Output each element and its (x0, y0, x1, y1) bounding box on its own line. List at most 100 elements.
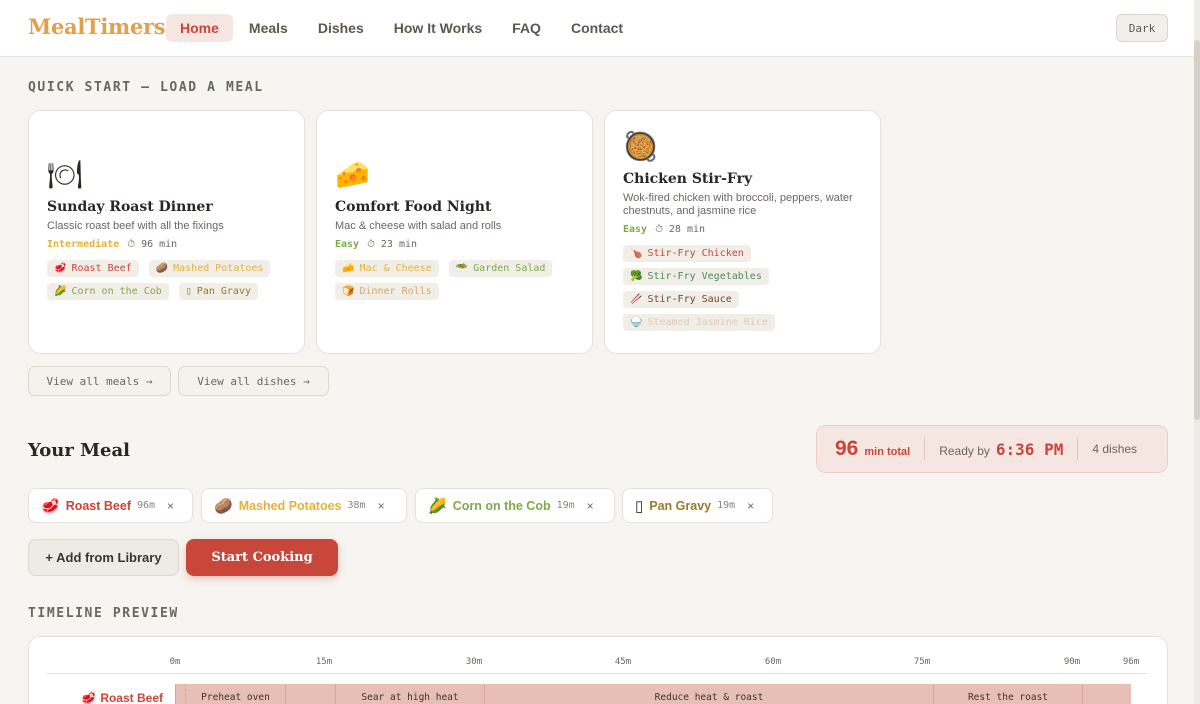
dish-tag-label: Stir-Fry Vegetables (647, 271, 762, 282)
timeline-segment[interactable]: Preheat oven (185, 684, 285, 704)
page-scrollbar[interactable] (1194, 0, 1200, 704)
timeline-preview: 0m 15m 30m 45m 60m 75m 90m 96m 🥩 Roast B… (28, 636, 1168, 704)
dish-tag-label: Stir-Fry Sauce (647, 294, 732, 305)
remove-icon[interactable]: × (747, 499, 754, 513)
paella-pan-icon: 🥘 (623, 131, 658, 162)
meal-card-title: Chicken Stir-Fry (623, 171, 753, 187)
view-all-dishes-button[interactable]: View all dishes → (178, 366, 329, 396)
start-cooking-button[interactable]: Start Cooking (186, 539, 338, 576)
timeline-axis (47, 673, 1147, 674)
difficulty-badge: Easy (335, 239, 360, 250)
dish-tag-label: Mac & Cheese (359, 263, 432, 274)
plate-icon: 🍽 (47, 159, 83, 190)
dish-tag: 🥗 Garden Salad (448, 260, 553, 277)
timeline-segment[interactable]: Sear at high heat (335, 684, 484, 704)
chip-name: Roast Beef (65, 498, 131, 513)
nav-meals[interactable]: Meals (235, 14, 302, 42)
chip-time: 19m (717, 500, 736, 511)
quick-start-label: QUICK START — LOAD A MEAL (28, 80, 264, 95)
timeline-row-label: 🥩 Roast Beef (81, 691, 163, 704)
dish-tag: 🍞 Dinner Rolls (335, 283, 439, 300)
rice-bowl-icon: 🍚 (630, 317, 643, 328)
meal-card-desc: Mac & cheese with salad and rolls (335, 220, 502, 232)
tick-label: 30m (465, 657, 483, 667)
tick-label: 0m (169, 657, 181, 667)
dish-tags: 🍗 Stir-Fry Chicken 🥦 Stir-Fry Vegetables… (623, 245, 862, 331)
dish-tag: 🍚 Steamed Jasmine Rice (623, 314, 775, 331)
dish-tag: 🥦 Stir-Fry Vegetables (623, 268, 769, 285)
chip-name: Pan Gravy (649, 498, 712, 513)
meal-card-chicken-stir-fry[interactable]: 🥘 Chicken Stir-Fry Wok-fired chicken wit… (604, 110, 881, 354)
gravy-icon: ▯ (635, 497, 644, 515)
meal-chip-corn[interactable]: 🌽 Corn on the Cob 19m × (415, 488, 615, 523)
timeline-segment[interactable] (1082, 684, 1131, 704)
meal-chip-pan-gravy[interactable]: ▯ Pan Gravy 19m × (622, 488, 773, 523)
top-nav-bar: MealTimers Home Meals Dishes How It Work… (0, 0, 1200, 57)
nav-contact[interactable]: Contact (557, 14, 637, 42)
meal-chip-mashed-potatoes[interactable]: 🥔 Mashed Potatoes 38m × (201, 488, 407, 523)
tick-label: 45m (614, 657, 632, 667)
nav-how-it-works[interactable]: How It Works (380, 14, 496, 42)
timeline-segment[interactable]: Rest the roast (933, 684, 1082, 704)
dish-tags: 🥩 Roast Beef 🥔 Mashed Potatoes 🌽 Corn on… (47, 260, 286, 300)
meal-card-meta: Easy ⏱ 28 min (623, 224, 862, 235)
dish-count: 4 dishes (1092, 442, 1138, 456)
remove-icon[interactable]: × (167, 499, 174, 513)
cheese-icon: 🧀 (342, 263, 355, 274)
meal-card-comfort-food[interactable]: 🧀 Comfort Food Night Mac & cheese with s… (316, 110, 593, 354)
steak-icon: 🥩 (41, 497, 60, 515)
difficulty-badge: Easy (623, 224, 648, 235)
chip-name: Corn on the Cob (452, 498, 551, 513)
view-all-meals-button[interactable]: View all meals → (28, 366, 171, 396)
tick-label: 75m (913, 657, 931, 667)
divider (1077, 438, 1079, 460)
meal-card-desc: Wok-fired chicken with broccoli, peppers… (623, 192, 853, 217)
timeline-segment[interactable]: Reduce heat & roast (484, 684, 933, 704)
dish-tag-label: Roast Beef (71, 263, 132, 274)
dark-mode-toggle[interactable]: Dark (1116, 14, 1168, 42)
total-time: 96 min total (835, 437, 910, 461)
difficulty-badge: Intermediate (47, 239, 120, 250)
dish-tag-label: Garden Salad (473, 263, 546, 274)
meal-card-sunday-roast[interactable]: 🍽 Sunday Roast Dinner Classic roast beef… (28, 110, 305, 354)
corn-icon: 🌽 (428, 497, 447, 515)
chip-time: 19m (556, 500, 575, 511)
nav-home[interactable]: Home (166, 14, 233, 42)
dish-tag-label: Dinner Rolls (359, 286, 432, 297)
meal-card-title: Sunday Roast Dinner (47, 199, 213, 215)
corn-icon: 🌽 (54, 286, 67, 297)
tick-label: 60m (764, 657, 782, 667)
meal-summary-panel: 96 min total Ready by 6:36 PM 4 dishes (816, 425, 1168, 473)
salad-icon: 🥗 (455, 263, 469, 274)
divider (924, 438, 926, 460)
meal-chip-roast-beef[interactable]: 🥩 Roast Beef 96m × (28, 488, 193, 523)
add-from-library-button[interactable]: + Add from Library (28, 539, 179, 576)
broccoli-icon: 🥦 (630, 271, 643, 282)
dish-tag: 🧀 Mac & Cheese (335, 260, 439, 277)
meal-time: ⏱ 28 min (655, 224, 706, 235)
tick-label: 90m (1063, 657, 1081, 667)
timeline-row-name: Roast Beef (100, 691, 163, 704)
logo[interactable]: MealTimers (28, 14, 166, 39)
dish-tag: 🥩 Roast Beef (47, 260, 139, 277)
scrollbar-thumb[interactable] (1194, 40, 1200, 420)
nav-dishes[interactable]: Dishes (304, 14, 378, 42)
nav-faq[interactable]: FAQ (498, 14, 555, 42)
meal-time: ⏱ 23 min (367, 239, 418, 250)
timeline-segment[interactable] (285, 684, 335, 704)
cheese-icon: 🧀 (335, 159, 370, 190)
tick-label: 15m (315, 657, 333, 667)
remove-icon[interactable]: × (587, 499, 594, 513)
dish-tag-label: Pan Gravy (196, 286, 251, 297)
timeline-segment[interactable] (175, 684, 185, 704)
dish-tag: ▯ Pan Gravy (178, 283, 258, 300)
remove-icon[interactable]: × (378, 499, 385, 513)
ready-by-label: Ready by (939, 443, 990, 458)
timeline-label: TIMELINE PREVIEW (28, 606, 179, 621)
dish-tag: 🌽 Corn on the Cob (47, 283, 169, 300)
chip-time: 38m (347, 500, 366, 511)
chip-name: Mashed Potatoes (238, 498, 342, 513)
gravy-icon: ▯ (185, 286, 192, 297)
potato-icon: 🥔 (214, 497, 233, 515)
dish-tag: 🥔 Mashed Potatoes (148, 260, 271, 277)
